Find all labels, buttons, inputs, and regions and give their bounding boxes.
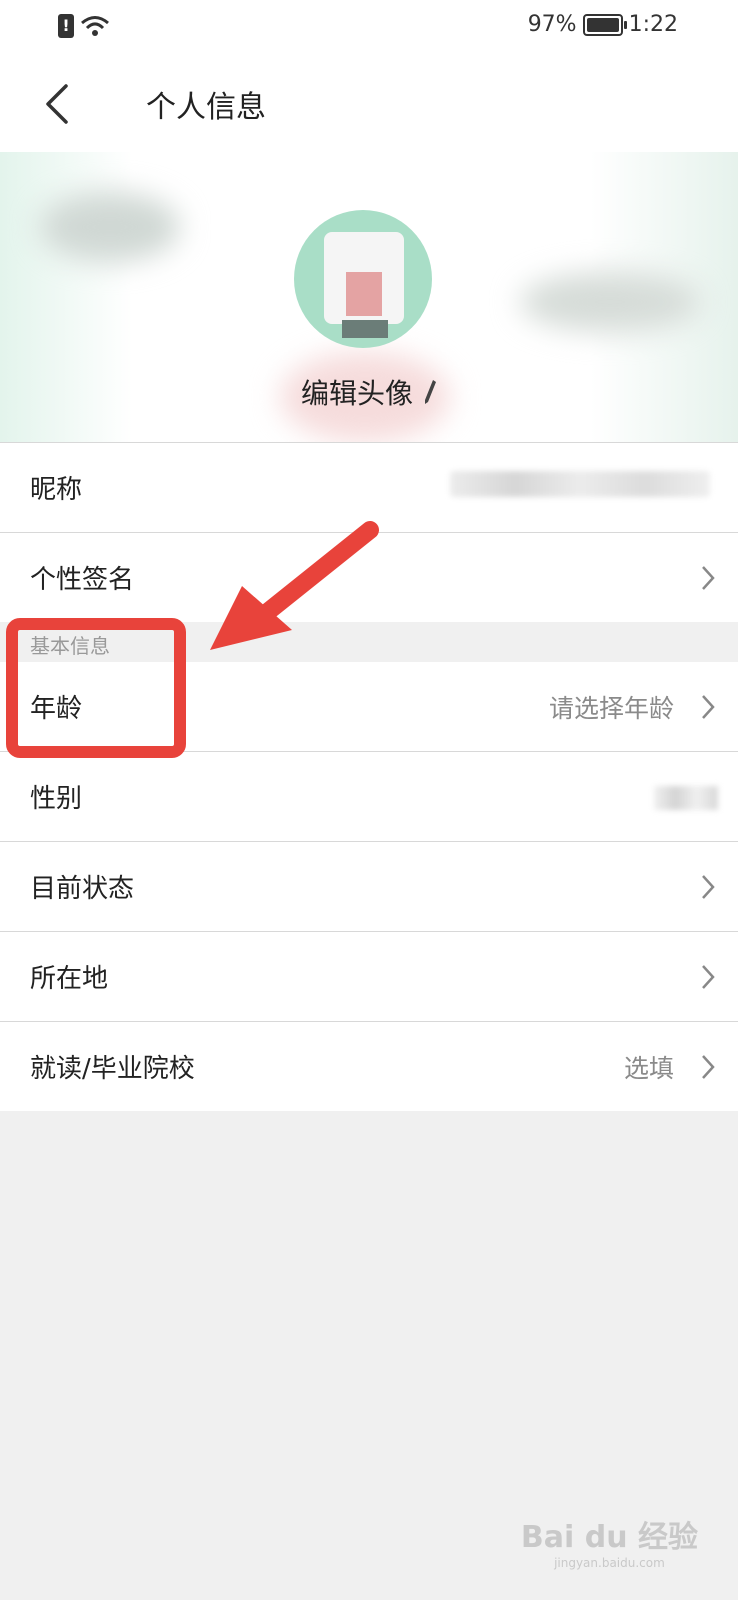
status-icons-right: 97% 1:22 [528, 12, 678, 37]
row-label: 昵称 [30, 475, 83, 505]
chevron-right-icon [702, 566, 715, 590]
gender-value-redacted [654, 786, 718, 810]
chevron-right-icon [702, 695, 715, 719]
chevron-right-icon [702, 875, 715, 899]
watermark-sub: jingyan.baidu.com [554, 1556, 665, 1570]
gender-row[interactable]: 性别 [0, 751, 738, 841]
chevron-right-icon [702, 965, 715, 989]
pencil-icon [425, 380, 436, 404]
page-title: 个人信息 [146, 90, 266, 125]
watermark-logo: Bai du 经验 jingyan.baidu.com [521, 1512, 698, 1570]
row-label: 就读/毕业院校 [30, 1054, 195, 1084]
row-value: 请选择年龄 [548, 693, 674, 723]
nickname-value-redacted [450, 471, 710, 497]
avatar[interactable] [294, 210, 432, 348]
row-label: 性别 [30, 784, 83, 814]
location-row[interactable]: 所在地 [0, 931, 738, 1021]
current-status-row[interactable]: 目前状态 [0, 841, 738, 931]
background-blur-decoration [520, 272, 700, 332]
annotation-highlight-box [6, 618, 186, 758]
annotation-arrow-icon [210, 521, 379, 650]
alert-icon: ! [58, 14, 74, 38]
edit-avatar-label: 编辑头像 [300, 377, 413, 410]
status-bar: ! 97% 1:22 [0, 0, 738, 56]
battery-icon [582, 13, 627, 36]
battery-percent: 97% [527, 12, 577, 37]
back-arrow-icon[interactable] [40, 80, 76, 128]
row-label: 所在地 [30, 964, 109, 994]
nav-bar: 个人信息 [0, 56, 738, 152]
wifi-icon [81, 16, 109, 36]
edit-avatar-button[interactable]: 编辑头像 [0, 372, 738, 412]
background-blur-decoration [40, 192, 180, 262]
avatar-banner: 编辑头像 [0, 152, 738, 442]
status-icons-left: ! [58, 14, 110, 38]
row-value: 选填 [623, 1053, 674, 1083]
clock: 1:22 [628, 12, 678, 37]
row-label: 目前状态 [30, 874, 135, 904]
school-row[interactable]: 就读/毕业院校 选填 [0, 1021, 738, 1111]
chevron-right-icon [702, 1055, 715, 1079]
row-label: 个性签名 [30, 565, 135, 595]
watermark-text: Bai du 经验 [520, 1520, 698, 1555]
